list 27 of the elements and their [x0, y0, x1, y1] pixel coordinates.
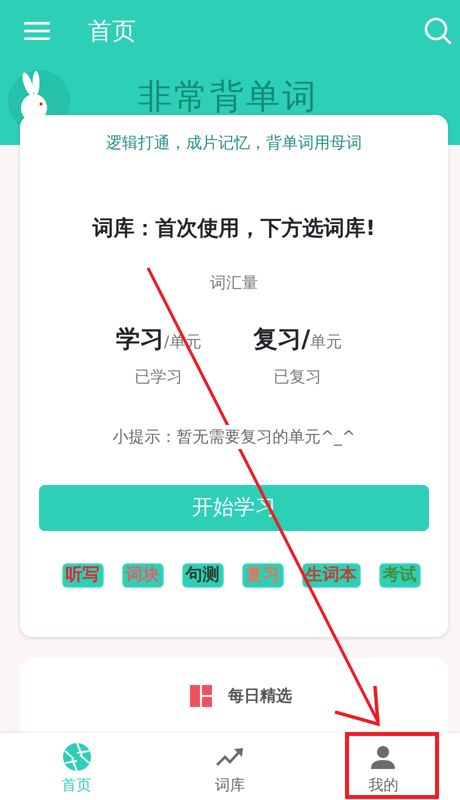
feature-tag[interactable]: 词块 [122, 562, 164, 588]
nav-tab[interactable]: 首页 [0, 733, 154, 800]
search-icon[interactable] [424, 17, 452, 45]
layout-icon [190, 685, 212, 707]
trend-icon [216, 746, 244, 766]
menu-icon[interactable] [24, 22, 50, 40]
feature-tag[interactable]: 句测 [182, 562, 224, 588]
stat-caption: 已学习 [134, 366, 183, 388]
stat-title: 学习 [116, 324, 164, 354]
app-title: 非常背单词 [138, 76, 318, 119]
feature-tag[interactable]: 听写 [62, 562, 104, 588]
unit-label: 单元 [310, 332, 342, 352]
feature-tag[interactable]: 生词本 [302, 562, 360, 588]
section-title: 每日精选 [228, 685, 292, 707]
hint-text: 小提示：暂无需要复习的单元^_^ [112, 424, 356, 448]
headline-text: 词库：首次使用，下方选词库! [92, 215, 376, 242]
feature-tag[interactable]: 复习 [242, 562, 284, 588]
aperture-icon [62, 742, 91, 770]
person-icon [371, 744, 396, 768]
stat-title: 复习/ [253, 324, 310, 354]
nav-tab[interactable]: 词库 [153, 733, 307, 800]
page-title: 首页 [88, 16, 136, 47]
stat-caption: 已复习 [274, 366, 322, 388]
vocab-label: 词汇量 [210, 272, 258, 294]
slogan-text: 逻辑打通，成片记忆，背单词用母词 [106, 132, 362, 154]
feature-tag[interactable]: 考试 [378, 562, 420, 588]
nav-tab[interactable]: 我的 [306, 733, 460, 800]
